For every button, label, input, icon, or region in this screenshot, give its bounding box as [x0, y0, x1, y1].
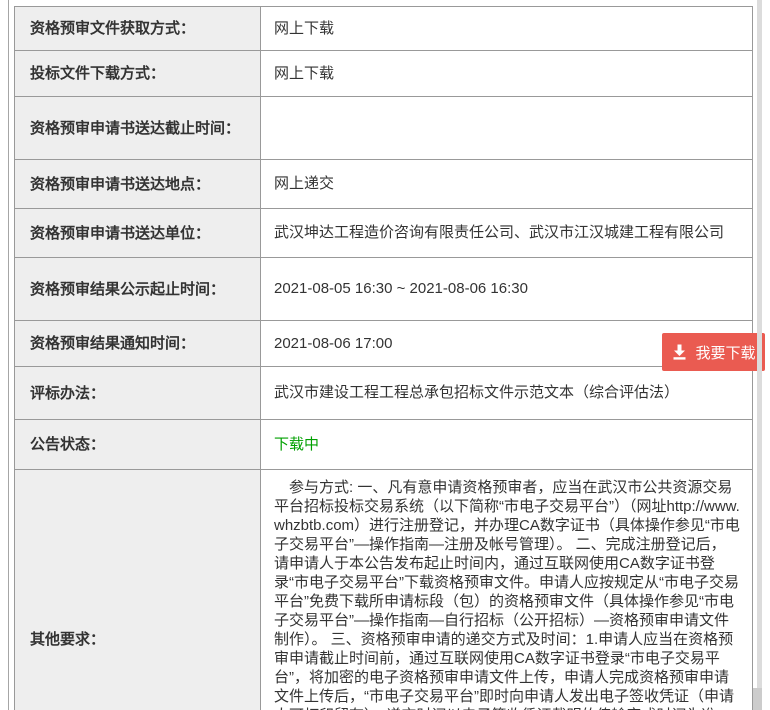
row-value-other-requirements: 参与方式: 一、凡有意申请资格预审者，应当在武汉市公共资源交易平台招标投标交易系… [261, 470, 753, 710]
row-label-evaluation-method: 评标办法： [15, 367, 261, 420]
page-left-border [8, 0, 9, 710]
row-value-delivery-unit: 武汉坤达工程造价咨询有限责任公司、武汉市江汉城建工程有限公司 [261, 209, 753, 258]
row-value-bid-file-download-method: 网上下载 [261, 51, 753, 97]
download-button[interactable]: 我要下载 [662, 333, 765, 371]
row-label-result-publicity-period: 资格预审结果公示起止时间： [15, 258, 261, 321]
row-label-file-obtain-method: 资格预审文件获取方式： [15, 7, 261, 51]
table-row: 投标文件下载方式： 网上下载 [15, 51, 753, 97]
table-row: 资格预审文件获取方式： 网上下载 [15, 7, 753, 51]
row-label-other-requirements: 其他要求： [15, 470, 261, 710]
table-row: 公告状态： 下载中 [15, 420, 753, 470]
row-label-application-deadline: 资格预审申请书送达截止时间： [15, 97, 261, 160]
row-label-bid-file-download-method: 投标文件下载方式： [15, 51, 261, 97]
table-row: 资格预审申请书送达截止时间： [15, 97, 753, 160]
row-label-result-notice-time: 资格预审结果通知时间： [15, 321, 261, 367]
row-label-delivery-unit: 资格预审申请书送达单位： [15, 209, 261, 258]
download-button-label: 我要下载 [695, 342, 755, 363]
table-row: 资格预审结果公示起止时间： 2021-08-05 16:30 ~ 2021-08… [15, 258, 753, 321]
download-icon [671, 344, 688, 360]
scrollbar-thumb[interactable] [753, 688, 762, 710]
table-row: 资格预审申请书送达单位： 武汉坤达工程造价咨询有限责任公司、武汉市江汉城建工程有… [15, 209, 753, 258]
row-label-delivery-place: 资格预审申请书送达地点： [15, 160, 261, 209]
table-row: 资格预审结果通知时间： 2021-08-06 17:00 [15, 321, 753, 367]
announcement-page: 资格预审文件获取方式： 网上下载 投标文件下载方式： 网上下载 资格预审申请书送… [0, 0, 770, 710]
row-value-result-publicity-period: 2021-08-05 16:30 ~ 2021-08-06 16:30 [261, 258, 753, 321]
pre-qualification-info-table: 资格预审文件获取方式： 网上下载 投标文件下载方式： 网上下载 资格预审申请书送… [14, 6, 753, 710]
row-value-delivery-place: 网上递交 [261, 160, 753, 209]
row-value-evaluation-method: 武汉市建设工程工程总承包招标文件示范文本（综合评估法） [261, 367, 753, 420]
table-row: 资格预审申请书送达地点： 网上递交 [15, 160, 753, 209]
table-row: 其他要求： 参与方式: 一、凡有意申请资格预审者，应当在武汉市公共资源交易平台招… [15, 470, 753, 710]
status-badge-downloading: 下载中 [261, 420, 753, 470]
row-label-announcement-status: 公告状态： [15, 420, 261, 470]
row-value-application-deadline [261, 97, 753, 160]
row-value-file-obtain-method: 网上下载 [261, 7, 753, 51]
scrollbar-track[interactable] [757, 0, 762, 710]
table-row: 评标办法： 武汉市建设工程工程总承包招标文件示范文本（综合评估法） [15, 367, 753, 420]
